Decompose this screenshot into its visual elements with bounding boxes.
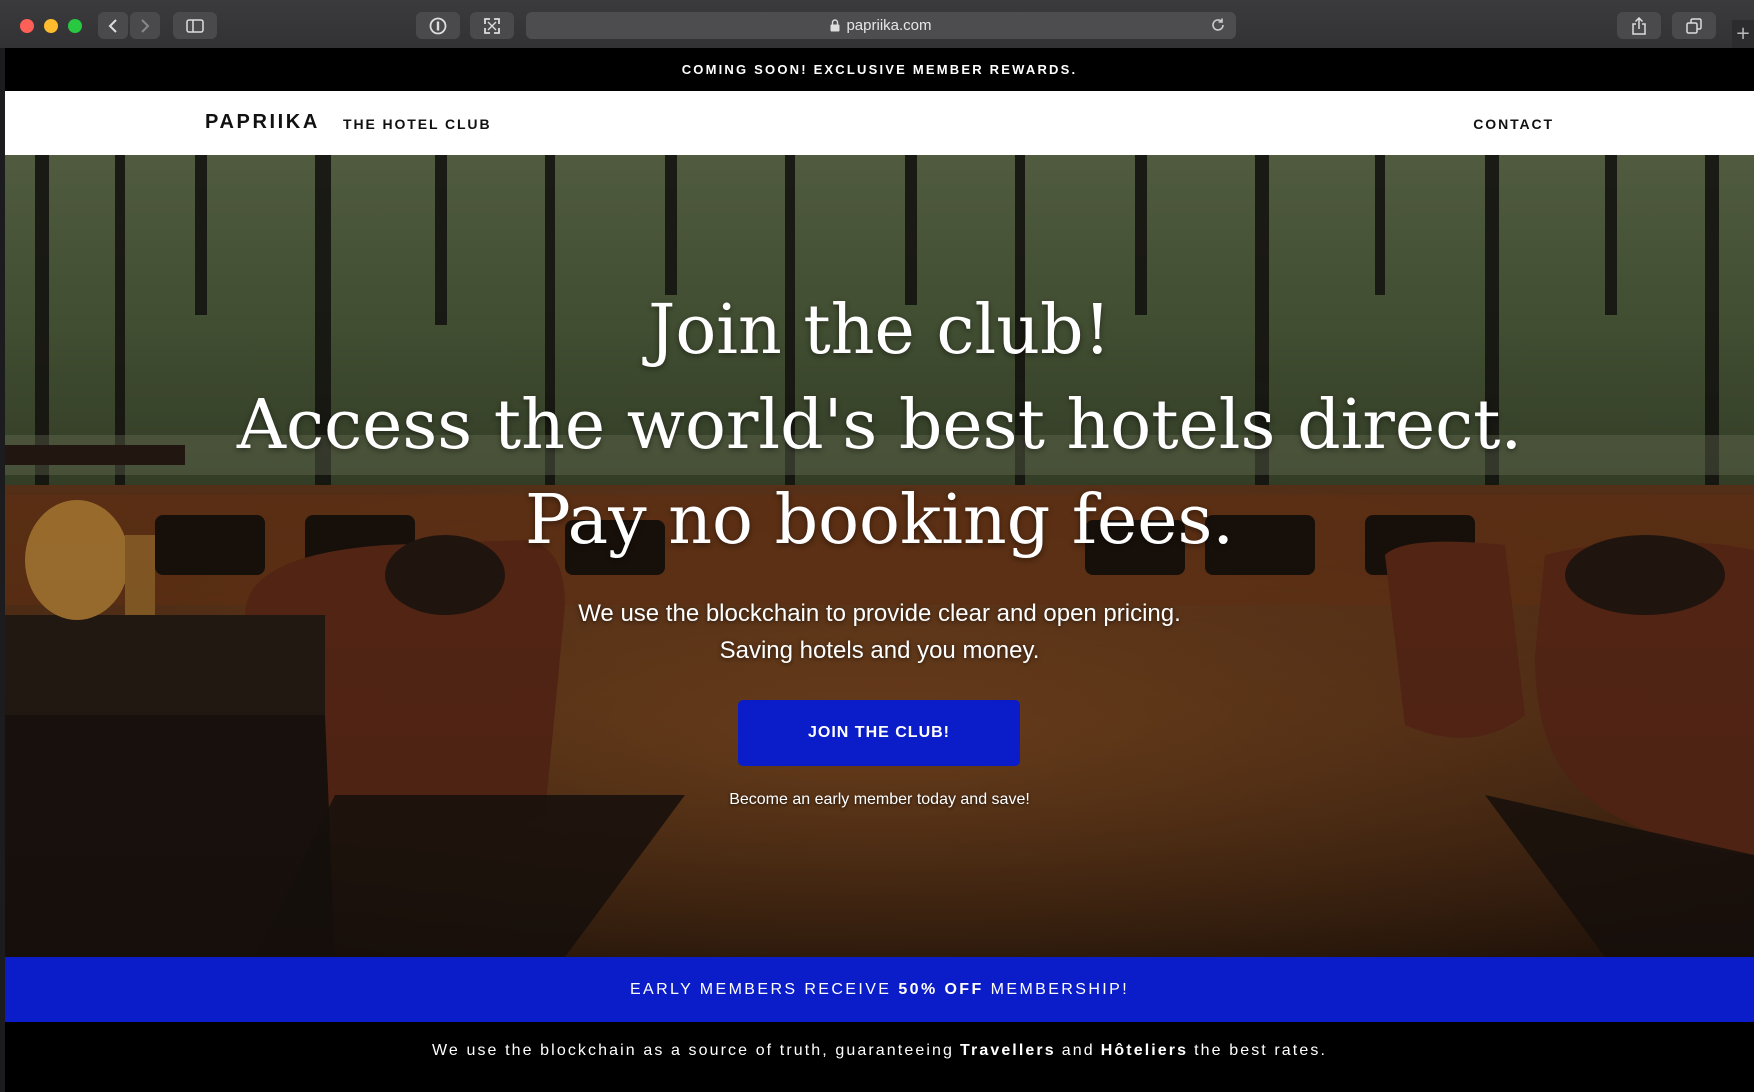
announcement-bar: COMING SOON! EXCLUSIVE MEMBER REWARDS. xyxy=(5,48,1754,91)
sidebar-button[interactable] xyxy=(173,12,217,39)
brand-logo[interactable]: PAPRIIKA xyxy=(205,111,320,134)
web-page: COMING SOON! EXCLUSIVE MEMBER REWARDS. P… xyxy=(5,48,1754,1092)
password-manager-button[interactable] xyxy=(416,12,460,39)
new-tab-button[interactable]: + xyxy=(1732,20,1754,48)
minimize-window-button[interactable] xyxy=(44,19,58,33)
hero-section: Join the club! Access the world's best h… xyxy=(5,155,1754,957)
headline-line-3: Pay no booking fees. xyxy=(524,481,1235,560)
reload-icon[interactable] xyxy=(1210,17,1226,37)
truth-text-2: and xyxy=(1061,1042,1095,1059)
headline-line-1: Join the club! xyxy=(648,291,1111,370)
truth-hoteliers: Hôteliers xyxy=(1100,1042,1189,1059)
hero-headline: Join the club! Access the world's best h… xyxy=(5,283,1754,568)
url-text: papriika.com xyxy=(846,17,932,34)
join-club-button[interactable]: JOIN THE CLUB! xyxy=(738,700,1020,766)
close-window-button[interactable] xyxy=(20,19,34,33)
truth-travellers: Travellers xyxy=(960,1042,1056,1059)
offer-banner: EARLY MEMBERS RECEIVE 50% OFF MEMBERSHIP… xyxy=(5,957,1754,1022)
tab-overview-icon xyxy=(1686,17,1702,34)
subtext-line-2: Saving hotels and you money. xyxy=(719,637,1040,664)
share-icon xyxy=(1632,16,1646,35)
plus-icon: + xyxy=(1735,23,1751,44)
browser-toolbar: papriika.com + xyxy=(0,0,1754,49)
truth-text-3: the best rates. xyxy=(1194,1042,1327,1059)
brand-tagline[interactable]: THE HOTEL CLUB xyxy=(343,116,491,132)
fullscreen-button[interactable] xyxy=(470,12,514,39)
lock-icon xyxy=(830,19,840,32)
offer-text-before: EARLY MEMBERS RECEIVE xyxy=(629,980,892,998)
sidebar-icon xyxy=(186,18,204,33)
site-header: PAPRIIKA THE HOTEL CLUB CONTACT xyxy=(5,91,1754,155)
blockchain-banner: We use the blockchain as a source of tru… xyxy=(5,1022,1754,1092)
hero-subtext: We use the blockchain to provide clear a… xyxy=(5,595,1754,669)
fullscreen-icon xyxy=(484,17,500,34)
headline-line-2: Access the world's best hotels direct. xyxy=(236,386,1523,465)
offer-text-after: MEMBERSHIP! xyxy=(990,980,1130,998)
tab-overview-button[interactable] xyxy=(1672,12,1716,39)
zoom-window-button[interactable] xyxy=(68,19,82,33)
announcement-text: COMING SOON! EXCLUSIVE MEMBER REWARDS. xyxy=(681,62,1078,77)
back-button[interactable] xyxy=(98,12,128,39)
subtext-line-1: We use the blockchain to provide clear a… xyxy=(578,600,1181,627)
chevron-left-icon xyxy=(108,18,117,33)
early-member-note: Become an early member today and save! xyxy=(729,791,1030,808)
address-bar[interactable]: papriika.com xyxy=(526,12,1236,39)
chevron-right-icon xyxy=(141,18,150,33)
contact-link[interactable]: CONTACT xyxy=(1473,116,1554,132)
offer-highlight: 50% OFF xyxy=(898,980,984,998)
password-manager-icon xyxy=(429,17,447,34)
truth-text-1: We use the blockchain as a source of tru… xyxy=(432,1042,954,1059)
share-button[interactable] xyxy=(1617,12,1661,39)
forward-button[interactable] xyxy=(130,12,160,39)
